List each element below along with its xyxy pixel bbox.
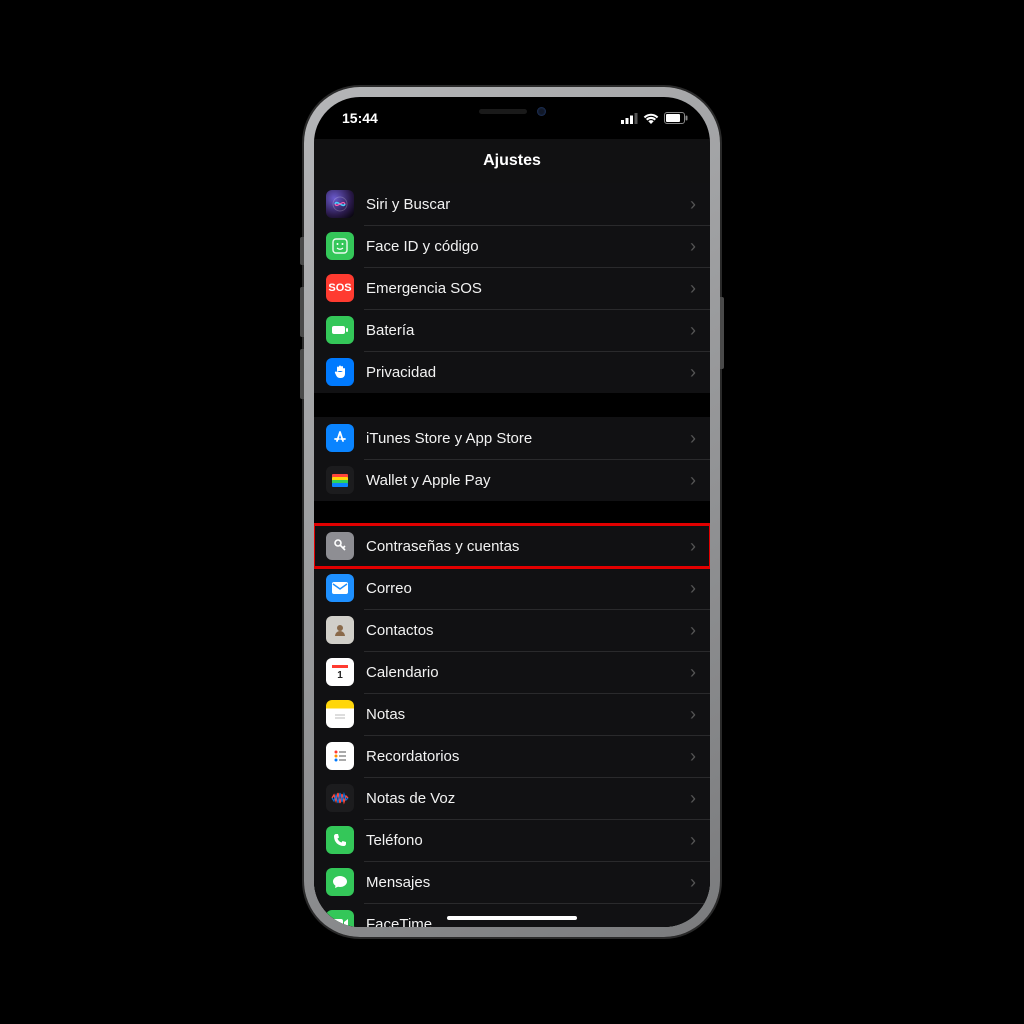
row-battery[interactable]: Batería ›: [314, 309, 710, 351]
appstore-icon: [326, 424, 354, 452]
settings-group: iTunes Store y App Store › Wallet y Appl…: [314, 417, 710, 501]
row-label: Recordatorios: [366, 748, 690, 765]
row-appstore[interactable]: iTunes Store y App Store ›: [314, 417, 710, 459]
row-voicememos[interactable]: Notas de Voz ›: [314, 777, 710, 819]
siri-icon: [326, 190, 354, 218]
row-label: Emergencia SOS: [366, 280, 690, 297]
row-label: Notas de Voz: [366, 790, 690, 807]
volume-down-button: [300, 349, 304, 399]
row-label: Teléfono: [366, 832, 690, 849]
sos-icon: SOS: [326, 274, 354, 302]
chevron-right-icon: ›: [690, 830, 696, 851]
speaker-grille: [479, 109, 527, 114]
chevron-right-icon: ›: [690, 662, 696, 683]
row-label: iTunes Store y App Store: [366, 430, 690, 447]
hand-icon: [326, 358, 354, 386]
chevron-right-icon: ›: [690, 194, 696, 215]
row-phone[interactable]: Teléfono ›: [314, 819, 710, 861]
row-notes[interactable]: Notas ›: [314, 693, 710, 735]
side-button: [720, 297, 724, 369]
row-label: Wallet y Apple Pay: [366, 472, 690, 489]
row-label: Correo: [366, 580, 690, 597]
calendar-icon: 1: [326, 658, 354, 686]
battery-icon: [664, 112, 688, 124]
row-label: Notas: [366, 706, 690, 723]
messages-icon: [326, 868, 354, 896]
row-label: Mensajes: [366, 874, 690, 891]
status-right: [621, 112, 688, 124]
chevron-right-icon: ›: [690, 536, 696, 557]
content: Ajustes Siri y Buscar ›: [314, 97, 710, 927]
settings-group: Siri y Buscar › Face ID y código › SOS E…: [314, 183, 710, 393]
row-messages[interactable]: Mensajes ›: [314, 861, 710, 903]
nav-header: Ajustes: [314, 139, 710, 183]
row-label: Batería: [366, 322, 690, 339]
wifi-icon: [643, 113, 659, 124]
page-title: Ajustes: [483, 152, 541, 170]
faceid-icon: [326, 232, 354, 260]
notes-icon: [326, 700, 354, 728]
chevron-right-icon: ›: [690, 236, 696, 257]
chevron-right-icon: ›: [690, 470, 696, 491]
chevron-right-icon: ›: [690, 746, 696, 767]
row-label: Calendario: [366, 664, 690, 681]
row-passwords[interactable]: Contraseñas y cuentas ›: [314, 525, 710, 567]
row-label: Siri y Buscar: [366, 196, 690, 213]
chevron-right-icon: ›: [690, 428, 696, 449]
cellular-icon: [621, 113, 638, 124]
volume-up-button: [300, 287, 304, 337]
row-contacts[interactable]: Contactos ›: [314, 609, 710, 651]
settings-list[interactable]: Siri y Buscar › Face ID y código › SOS E…: [314, 183, 710, 927]
row-label: Privacidad: [366, 364, 690, 381]
chevron-right-icon: ›: [690, 578, 696, 599]
row-label: Contraseñas y cuentas: [366, 538, 690, 555]
chevron-right-icon: ›: [690, 704, 696, 725]
front-camera: [537, 107, 546, 116]
phone-icon: [326, 826, 354, 854]
wallet-icon: [326, 466, 354, 494]
row-siri[interactable]: Siri y Buscar ›: [314, 183, 710, 225]
contacts-icon: [326, 616, 354, 644]
row-reminders[interactable]: Recordatorios ›: [314, 735, 710, 777]
notch: [417, 97, 607, 125]
chevron-right-icon: ›: [690, 872, 696, 893]
chevron-right-icon: ›: [690, 620, 696, 641]
chevron-right-icon: ›: [690, 362, 696, 383]
row-label: Face ID y código: [366, 238, 690, 255]
facetime-icon: [326, 910, 354, 927]
chevron-right-icon: ›: [690, 278, 696, 299]
settings-group: Contraseñas y cuentas › Correo ›: [314, 525, 710, 927]
chevron-right-icon: ›: [690, 914, 696, 928]
row-faceid[interactable]: Face ID y código ›: [314, 225, 710, 267]
mail-icon: [326, 574, 354, 602]
voicememos-icon: [326, 784, 354, 812]
chevron-right-icon: ›: [690, 320, 696, 341]
row-label: Contactos: [366, 622, 690, 639]
row-mail[interactable]: Correo ›: [314, 567, 710, 609]
reminders-icon: [326, 742, 354, 770]
screen: 15:44 Ajustes Siri y Buscar: [314, 97, 710, 927]
row-wallet[interactable]: Wallet y Apple Pay ›: [314, 459, 710, 501]
row-facetime[interactable]: FaceTime ›: [314, 903, 710, 927]
status-time: 15:44: [342, 110, 378, 126]
chevron-right-icon: ›: [690, 788, 696, 809]
row-calendar[interactable]: 1 Calendario ›: [314, 651, 710, 693]
svg-text:1: 1: [337, 670, 343, 681]
row-sos[interactable]: SOS Emergencia SOS ›: [314, 267, 710, 309]
key-icon: [326, 532, 354, 560]
row-privacy[interactable]: Privacidad ›: [314, 351, 710, 393]
phone-device-frame: 15:44 Ajustes Siri y Buscar: [304, 87, 720, 937]
home-indicator[interactable]: [447, 916, 577, 920]
battery-icon: [326, 316, 354, 344]
mute-switch: [300, 237, 304, 265]
